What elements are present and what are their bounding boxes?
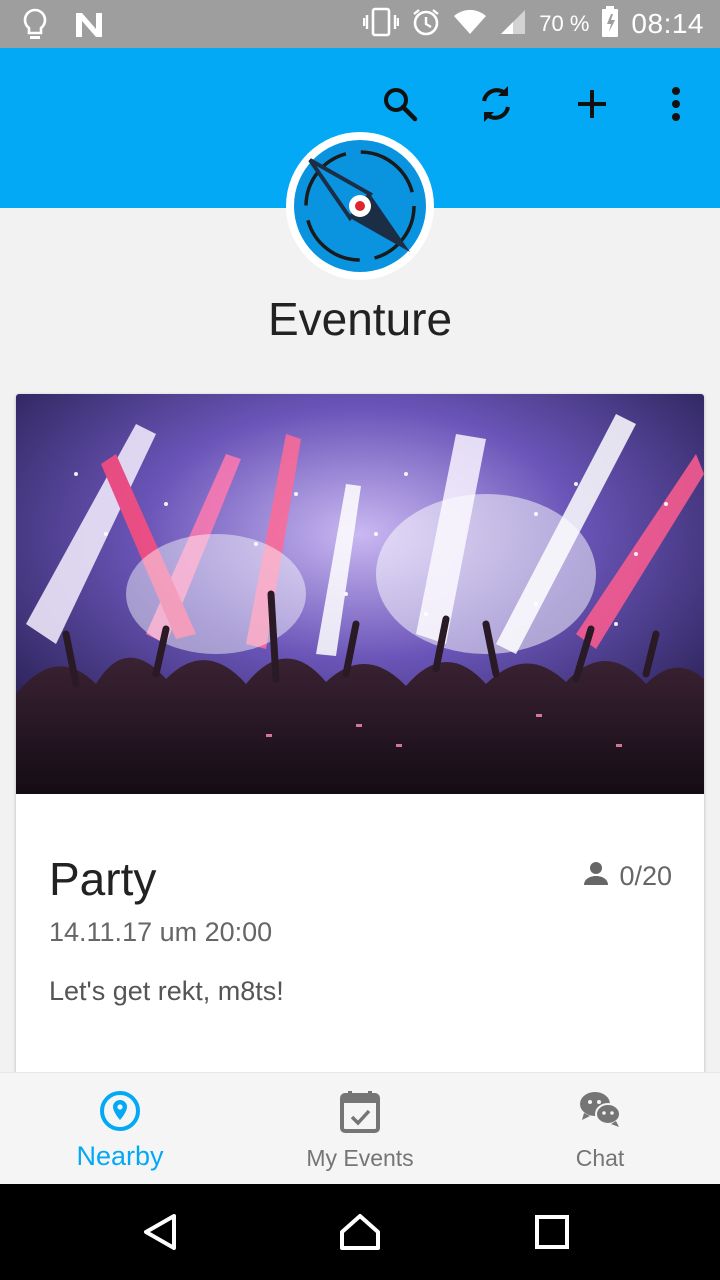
- back-icon[interactable]: [136, 1208, 184, 1256]
- event-card[interactable]: Party 0/20 14.11.17 um 20:00 Let's get r…: [16, 394, 704, 1094]
- system-navigation-bar: [0, 1184, 720, 1280]
- nav-label-chat: Chat: [575, 1145, 625, 1171]
- event-title: Party: [49, 853, 157, 905]
- nav-label-nearby: Nearby: [76, 1141, 164, 1171]
- app-title: Eventure: [267, 293, 453, 345]
- battery-percent: 70 %: [539, 11, 590, 36]
- event-date: 14.11.17 um 20:00: [49, 917, 273, 947]
- search-icon[interactable]: [376, 80, 424, 128]
- bottom-navigation: Nearby My Events Chat: [0, 1072, 720, 1184]
- wifi-icon: [453, 8, 487, 41]
- status-bar: 70 % 08:14: [0, 0, 720, 48]
- battery-icon: [601, 5, 619, 43]
- vibrate-icon: [363, 7, 400, 42]
- person-icon: [583, 860, 609, 893]
- nav-item-chat[interactable]: Chat: [480, 1073, 720, 1185]
- n-logo-icon: [74, 11, 104, 44]
- alarm-icon: [411, 7, 441, 42]
- concert-crowd-image: [16, 394, 704, 794]
- event-description: Let's get rekt, m8ts!: [49, 976, 284, 1006]
- nav-item-my-events[interactable]: My Events: [240, 1073, 480, 1185]
- participant-count-text: 0/20: [619, 861, 672, 891]
- compass-icon: [286, 132, 434, 280]
- nav-label-my-events: My Events: [306, 1145, 414, 1171]
- clock: 08:14: [631, 8, 704, 39]
- add-icon[interactable]: [568, 80, 616, 128]
- recents-icon[interactable]: [528, 1208, 576, 1256]
- location-pin-icon: [0, 1089, 240, 1133]
- chat-bubbles-icon: [480, 1089, 720, 1129]
- nav-item-nearby[interactable]: Nearby: [0, 1073, 240, 1185]
- home-icon[interactable]: [336, 1208, 384, 1256]
- calendar-check-icon: [240, 1089, 480, 1133]
- sync-icon[interactable]: [472, 80, 520, 128]
- signal-icon: [499, 8, 527, 41]
- lightbulb-icon: [22, 8, 48, 47]
- more-vert-icon[interactable]: [652, 80, 700, 128]
- participant-count: 0/20: [583, 860, 672, 893]
